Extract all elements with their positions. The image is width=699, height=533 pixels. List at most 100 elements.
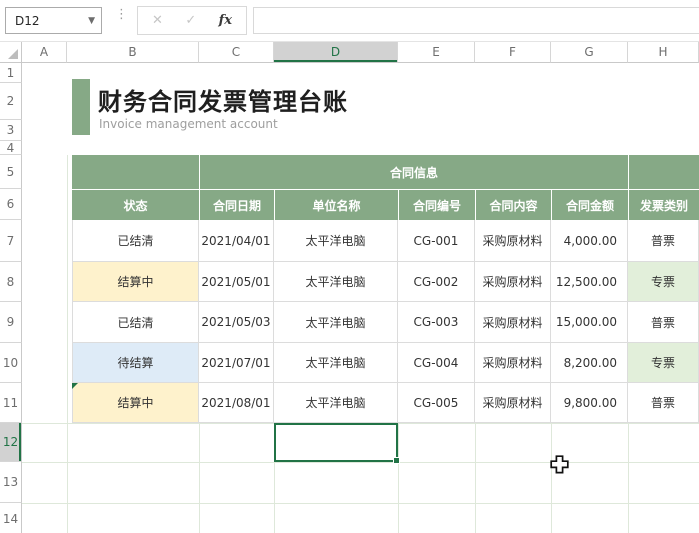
cell-r8-c1[interactable]: 结算中 — [72, 262, 199, 302]
formula-buttons: ✕ ✓ fx — [137, 6, 247, 35]
chevron-down-icon[interactable]: ▼ — [88, 16, 95, 26]
cell-r10-c4[interactable]: CG-004 — [398, 343, 475, 383]
table-header-3[interactable]: 单位名称 — [274, 189, 398, 220]
cell-r8-c4[interactable]: CG-002 — [398, 262, 475, 302]
column-header-F[interactable]: F — [475, 42, 551, 63]
group-header-contract-info[interactable]: 合同信息 — [199, 155, 628, 189]
cell-r9-c1[interactable]: 已结清 — [72, 302, 199, 343]
cell-r11-c2[interactable]: 2021/08/01 — [199, 383, 274, 423]
gridline — [628, 423, 629, 533]
table-row: 结算中 2021/08/01 太平洋电脑 CG-005 采购原材料 9,800.00 普票 — [72, 383, 699, 423]
column-header-E[interactable]: E — [398, 42, 475, 63]
column-header-D[interactable]: D — [274, 42, 398, 63]
cell-cursor-icon — [550, 455, 569, 477]
cell-r8-c6[interactable]: 12,500.00 — [551, 262, 628, 302]
cell-r9-c3[interactable]: 太平洋电脑 — [274, 302, 398, 343]
row-header-11[interactable]: 11 — [0, 383, 22, 423]
cell-r11-c4[interactable]: CG-005 — [398, 383, 475, 423]
excel-window: D12 ▼ ⋮ ✕ ✓ fx ABCDEFGH 1 2 3 4 5 6 7 8 9 10 11 12 1… — [0, 0, 699, 533]
gridline — [199, 423, 200, 533]
cell-r8-c5[interactable]: 采购原材料 — [475, 262, 551, 302]
table-header-4[interactable]: 合同编号 — [398, 189, 475, 220]
row-header-14[interactable]: 14 — [0, 503, 22, 533]
cell-r10-c6[interactable]: 8,200.00 — [551, 343, 628, 383]
table-row: 已结清 2021/05/03 太平洋电脑 CG-003 采购原材料 15,000.00 普票 — [72, 302, 699, 343]
selected-cell-D12[interactable] — [274, 423, 400, 464]
page-title: 财务合同发票管理台账 — [98, 88, 348, 116]
select-all-corner[interactable] — [0, 42, 22, 63]
table-row: 结算中 2021/05/01 太平洋电脑 CG-002 采购原材料 12,500.00 专票 — [72, 262, 699, 302]
cell-r11-c6[interactable]: 9,800.00 — [551, 383, 628, 423]
name-box[interactable]: D12 ▼ — [5, 7, 102, 34]
cell-r8-c3[interactable]: 太平洋电脑 — [274, 262, 398, 302]
spreadsheet-grid[interactable]: 财务合同发票管理台账 Invoice management account 合同… — [22, 63, 699, 533]
cell-r10-c2[interactable]: 2021/07/01 — [199, 343, 274, 383]
row-header-1[interactable]: 1 — [0, 63, 22, 83]
cell-r7-c6[interactable]: 4,000.00 — [551, 220, 628, 262]
table-header-1[interactable]: 状态 — [72, 189, 199, 220]
cell-r7-c5[interactable]: 采购原材料 — [475, 220, 551, 262]
table-row: 待结算 2021/07/01 太平洋电脑 CG-004 采购原材料 8,200.00 专票 — [72, 343, 699, 383]
gridline — [475, 423, 476, 533]
group-header-spacer[interactable] — [72, 155, 199, 189]
cell-r7-c2[interactable]: 2021/04/01 — [199, 220, 274, 262]
cell-r10-c7[interactable]: 专票 — [628, 343, 699, 383]
cell-r7-c3[interactable]: 太平洋电脑 — [274, 220, 398, 262]
confirm-icon[interactable]: ✓ — [185, 13, 196, 28]
row-header-3[interactable]: 3 — [0, 120, 22, 141]
toolbar-drag-handle-icon: ⋮ — [115, 7, 128, 22]
table-header-7[interactable]: 发票类别 — [628, 189, 699, 220]
cell-r11-c1[interactable]: 结算中 — [72, 383, 199, 423]
cell-r10-c3[interactable]: 太平洋电脑 — [274, 343, 398, 383]
fill-handle[interactable] — [393, 457, 400, 464]
cell-r8-c7[interactable]: 专票 — [628, 262, 699, 302]
cell-r9-c6[interactable]: 15,000.00 — [551, 302, 628, 343]
formula-toolbar: D12 ▼ ⋮ ✕ ✓ fx — [0, 0, 699, 42]
cell-r7-c4[interactable]: CG-001 — [398, 220, 475, 262]
error-indicator-icon — [72, 383, 78, 389]
table-row: 已结清 2021/04/01 太平洋电脑 CG-001 采购原材料 4,000.00 普票 — [72, 220, 699, 262]
gridline — [67, 423, 68, 533]
page-subtitle: Invoice management account — [99, 117, 278, 131]
cell-r9-c5[interactable]: 采购原材料 — [475, 302, 551, 343]
column-header-B[interactable]: B — [67, 42, 199, 63]
row-header-7[interactable]: 7 — [0, 220, 22, 262]
cell-r10-c1[interactable]: 待结算 — [72, 343, 199, 383]
group-header-spacer[interactable] — [628, 155, 699, 189]
row-header-strip: 1 2 3 4 5 6 7 8 9 10 11 12 13 14 — [0, 63, 22, 533]
cell-r8-c2[interactable]: 2021/05/01 — [199, 262, 274, 302]
name-box-value: D12 — [15, 13, 40, 28]
row-header-6[interactable]: 6 — [0, 189, 22, 220]
gridline — [67, 155, 68, 423]
invoice-table: 合同信息 状态 合同日期 单位名称 合同编号 合同内容 合同金额 发票类别 已结清 2021/04… — [72, 155, 699, 423]
cell-r11-c5[interactable]: 采购原材料 — [475, 383, 551, 423]
row-header-12[interactable]: 12 — [0, 423, 22, 462]
gridline — [22, 462, 699, 463]
column-header-A[interactable]: A — [22, 42, 67, 63]
cell-r9-c7[interactable]: 普票 — [628, 302, 699, 343]
cell-r9-c2[interactable]: 2021/05/03 — [199, 302, 274, 343]
column-header-H[interactable]: H — [628, 42, 699, 63]
table-header-6[interactable]: 合同金额 — [551, 189, 628, 220]
row-header-13[interactable]: 13 — [0, 462, 22, 503]
table-header-2[interactable]: 合同日期 — [199, 189, 274, 220]
insert-function-icon[interactable]: fx — [219, 13, 232, 28]
formula-input[interactable] — [253, 7, 699, 34]
cancel-icon[interactable]: ✕ — [152, 13, 163, 28]
row-header-4[interactable]: 4 — [0, 141, 22, 155]
cell-r11-c7[interactable]: 普票 — [628, 383, 699, 423]
row-header-9[interactable]: 9 — [0, 302, 22, 343]
cell-r11-c3[interactable]: 太平洋电脑 — [274, 383, 398, 423]
column-header-C[interactable]: C — [199, 42, 274, 63]
cell-r7-c7[interactable]: 普票 — [628, 220, 699, 262]
row-header-2[interactable]: 2 — [0, 83, 22, 120]
column-header-G[interactable]: G — [551, 42, 628, 63]
cell-r10-c5[interactable]: 采购原材料 — [475, 343, 551, 383]
table-header-5[interactable]: 合同内容 — [475, 189, 551, 220]
row-header-5[interactable]: 5 — [0, 155, 22, 189]
row-header-8[interactable]: 8 — [0, 262, 22, 302]
cell-r7-c1[interactable]: 已结清 — [72, 220, 199, 262]
gridline — [551, 423, 552, 533]
cell-r9-c4[interactable]: CG-003 — [398, 302, 475, 343]
row-header-10[interactable]: 10 — [0, 343, 22, 383]
